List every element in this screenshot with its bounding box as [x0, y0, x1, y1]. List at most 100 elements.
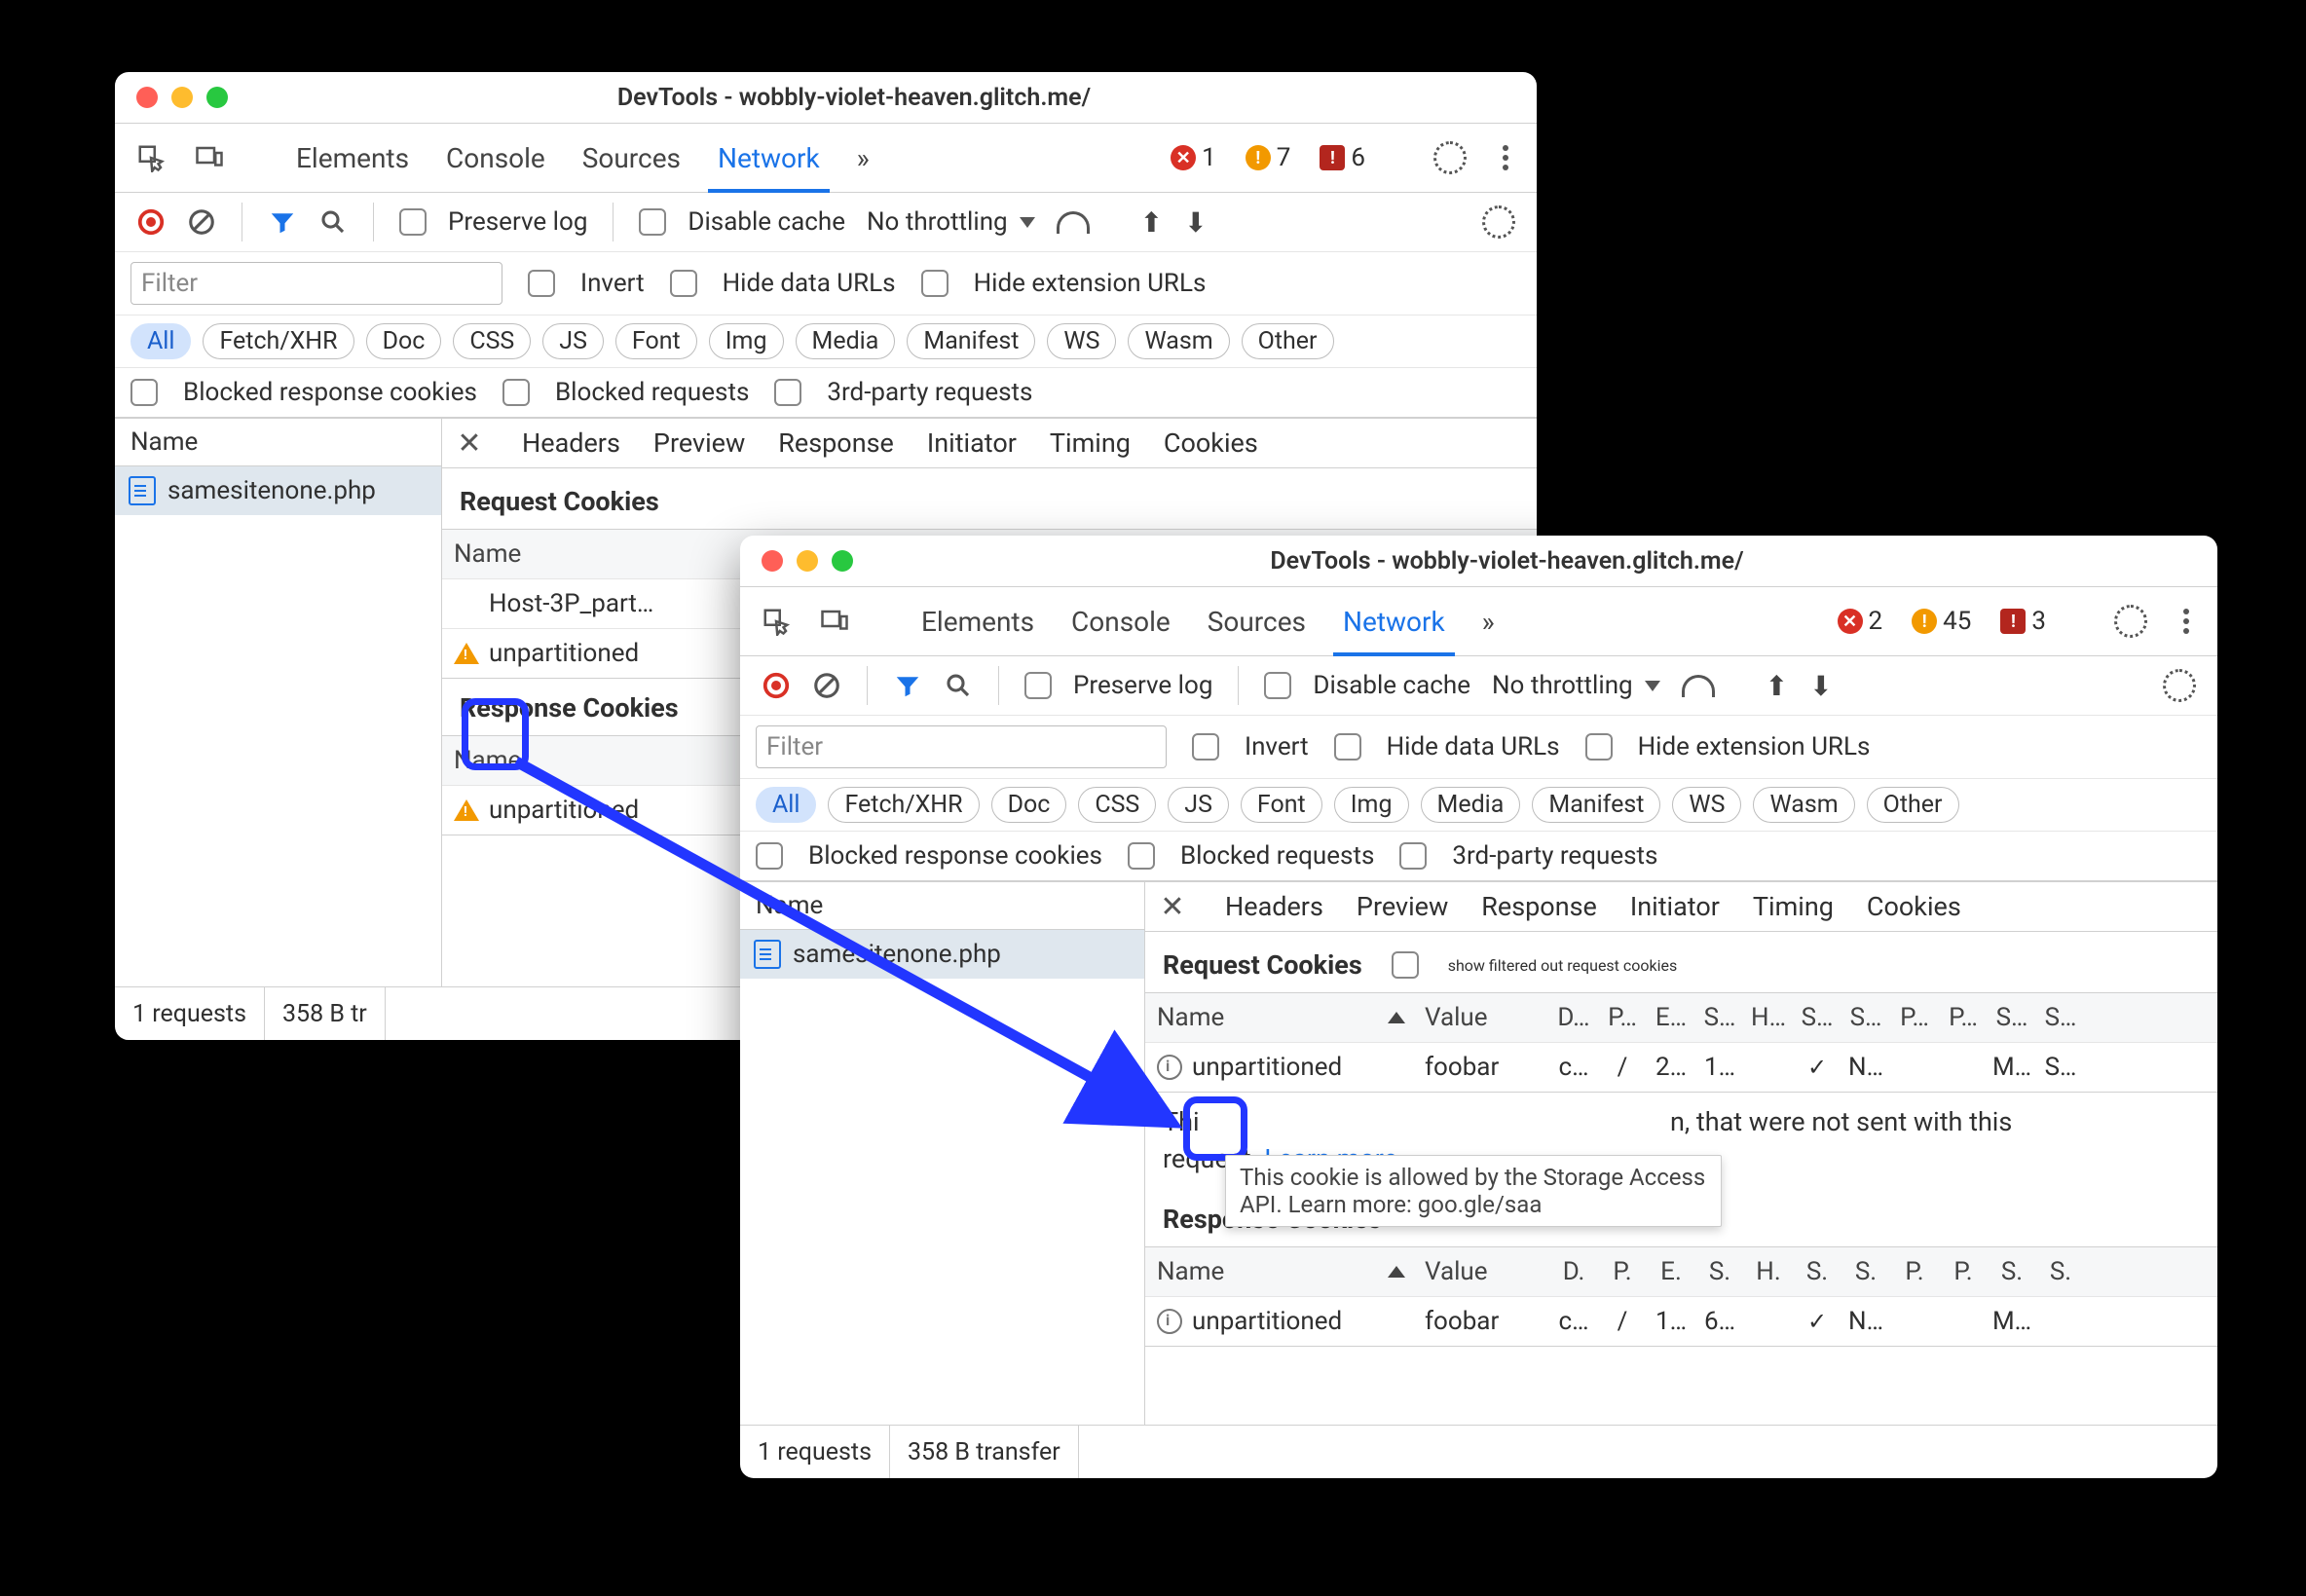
tab-console[interactable]: Console — [442, 142, 549, 174]
tab-sources[interactable]: Sources — [1204, 606, 1310, 638]
hide-ext-checkbox[interactable] — [921, 270, 948, 297]
col-name[interactable]: Name — [1157, 1257, 1224, 1286]
blocked-resp-checkbox[interactable] — [130, 379, 158, 406]
dtab-initiator[interactable]: Initiator — [927, 427, 1017, 459]
download-har-icon[interactable]: ⬇ — [1809, 670, 1832, 702]
menu-icon[interactable] — [2176, 618, 2196, 624]
filter-icon[interactable] — [268, 207, 297, 237]
table-row[interactable]: unpartitioned foobar c… / 1… 6… ✓ N… M… — [1145, 1297, 2217, 1346]
disable-cache-checkbox[interactable] — [1264, 672, 1291, 699]
dtab-timing[interactable]: Timing — [1050, 427, 1131, 459]
third-party-checkbox[interactable] — [1399, 842, 1427, 870]
col-value[interactable]: Value — [1417, 1003, 1549, 1032]
errors-badge[interactable]: ✕2 — [1838, 607, 1883, 636]
dtab-response[interactable]: Response — [778, 427, 894, 459]
inspect-icon[interactable] — [136, 143, 166, 172]
col-value[interactable]: Value — [1417, 1257, 1549, 1286]
dtab-headers[interactable]: Headers — [1225, 891, 1323, 922]
tabs-overflow[interactable]: » — [853, 142, 874, 174]
issues-badge[interactable]: !6 — [1320, 143, 1365, 172]
request-row[interactable]: samesitenone.php — [115, 466, 441, 515]
network-conditions-icon[interactable] — [1057, 211, 1090, 234]
traffic-min-icon[interactable] — [171, 87, 193, 108]
col-name[interactable]: Name — [454, 539, 521, 569]
chip-manifest[interactable]: Manifest — [907, 323, 1035, 359]
tab-sources[interactable]: Sources — [578, 142, 685, 174]
throttling-select[interactable]: No throttling — [1492, 671, 1660, 700]
dtab-headers[interactable]: Headers — [522, 427, 620, 459]
warnings-badge[interactable]: !45 — [1912, 607, 1971, 636]
chip-all[interactable]: All — [130, 323, 191, 359]
panel-settings-icon[interactable] — [2163, 669, 2196, 702]
hide-data-checkbox[interactable] — [1334, 733, 1361, 761]
filter-input[interactable]: Filter — [756, 725, 1167, 768]
tab-elements[interactable]: Elements — [917, 606, 1038, 638]
device-icon[interactable] — [820, 607, 849, 636]
settings-icon[interactable] — [1433, 141, 1467, 174]
chip-css[interactable]: CSS — [453, 323, 531, 359]
table-row[interactable]: unpartitioned foobar c… / 2… 1… ✓ N… M… — [1145, 1043, 2217, 1092]
close-detail-icon[interactable]: ✕ — [1153, 890, 1192, 924]
menu-icon[interactable] — [1496, 155, 1515, 161]
warnings-badge[interactable]: !7 — [1246, 143, 1291, 172]
panel-settings-icon[interactable] — [1482, 205, 1515, 239]
traffic-max-icon[interactable] — [832, 550, 853, 572]
chip-font[interactable]: Font — [1241, 787, 1322, 823]
search-icon[interactable] — [944, 671, 973, 700]
blocked-resp-checkbox[interactable] — [756, 842, 783, 870]
invert-checkbox[interactable] — [528, 270, 555, 297]
upload-har-icon[interactable]: ⬆ — [1766, 670, 1788, 702]
network-conditions-icon[interactable] — [1682, 675, 1715, 697]
chip-doc[interactable]: Doc — [366, 323, 442, 359]
inspect-icon[interactable] — [762, 607, 791, 636]
dtab-preview[interactable]: Preview — [653, 427, 745, 459]
record-icon[interactable] — [136, 207, 166, 237]
tab-console[interactable]: Console — [1067, 606, 1174, 638]
traffic-close-icon[interactable] — [762, 550, 783, 572]
request-row[interactable]: samesitenone.php — [740, 930, 1144, 979]
device-icon[interactable] — [195, 143, 224, 172]
clear-icon[interactable] — [812, 671, 841, 700]
hide-ext-checkbox[interactable] — [1585, 733, 1613, 761]
chip-img[interactable]: Img — [1334, 787, 1409, 823]
hide-data-checkbox[interactable] — [670, 270, 697, 297]
chip-img[interactable]: Img — [709, 323, 784, 359]
tab-elements[interactable]: Elements — [292, 142, 413, 174]
errors-badge[interactable]: ✕1 — [1171, 143, 1216, 172]
dtab-timing[interactable]: Timing — [1753, 891, 1834, 922]
name-header[interactable]: Name — [115, 419, 441, 466]
dtab-cookies[interactable]: Cookies — [1164, 427, 1258, 459]
col-name[interactable]: Name — [454, 746, 521, 775]
chip-wasm[interactable]: Wasm — [1128, 323, 1229, 359]
dtab-cookies[interactable]: Cookies — [1867, 891, 1961, 922]
blocked-req-checkbox[interactable] — [502, 379, 530, 406]
chip-other[interactable]: Other — [1867, 787, 1959, 823]
name-header[interactable]: Name — [740, 882, 1144, 930]
col-name[interactable]: Name — [1157, 1003, 1224, 1032]
search-icon[interactable] — [318, 207, 348, 237]
issues-badge[interactable]: !3 — [2000, 607, 2046, 636]
chip-ws[interactable]: WS — [1047, 323, 1116, 359]
chip-fetch[interactable]: Fetch/XHR — [828, 787, 979, 823]
preserve-log-checkbox[interactable] — [399, 208, 427, 236]
clear-icon[interactable] — [187, 207, 216, 237]
chip-media[interactable]: Media — [796, 323, 896, 359]
chip-media[interactable]: Media — [1421, 787, 1521, 823]
chip-wasm[interactable]: Wasm — [1753, 787, 1854, 823]
throttling-select[interactable]: No throttling — [867, 207, 1035, 237]
chip-all[interactable]: All — [756, 787, 816, 823]
chip-js[interactable]: JS — [542, 323, 604, 359]
tab-network[interactable]: Network — [1339, 606, 1449, 638]
filter-icon[interactable] — [893, 671, 922, 700]
show-filtered-checkbox[interactable] — [1392, 951, 1419, 979]
dtab-preview[interactable]: Preview — [1357, 891, 1448, 922]
preserve-log-checkbox[interactable] — [1024, 672, 1052, 699]
disable-cache-checkbox[interactable] — [639, 208, 666, 236]
dtab-response[interactable]: Response — [1481, 891, 1597, 922]
tab-network[interactable]: Network — [714, 142, 824, 174]
chip-fetch[interactable]: Fetch/XHR — [203, 323, 353, 359]
chip-font[interactable]: Font — [615, 323, 697, 359]
traffic-close-icon[interactable] — [136, 87, 158, 108]
chip-other[interactable]: Other — [1242, 323, 1334, 359]
filter-input[interactable]: Filter — [130, 262, 502, 305]
